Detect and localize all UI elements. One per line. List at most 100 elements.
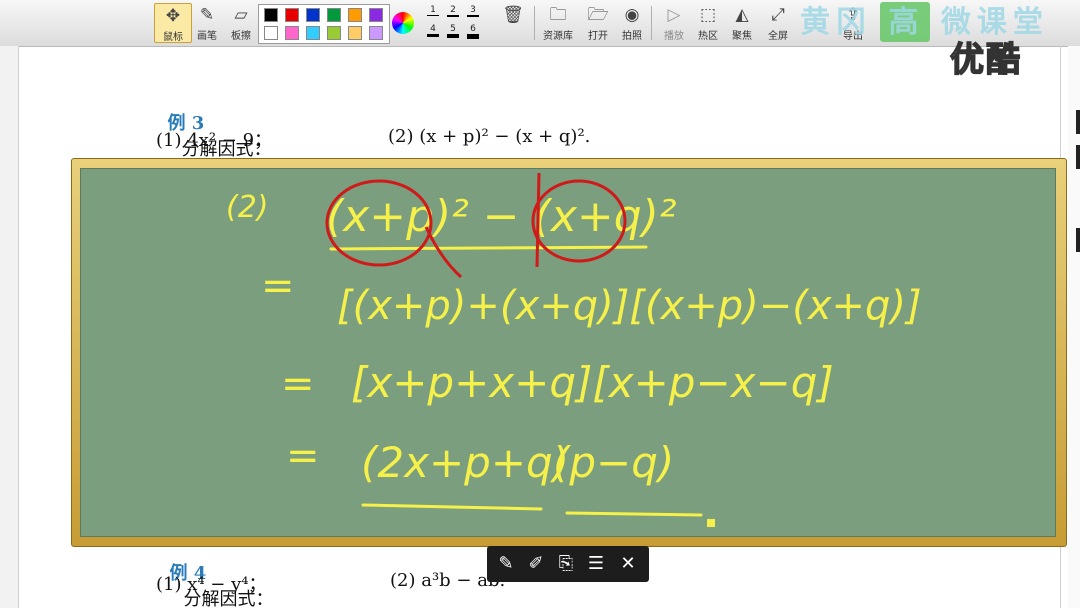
chalk-writing: (2) (x+p)² − (x+q)² = [(x+p)+(x+q)][(x+p… xyxy=(226,172,922,527)
pen-tool-button[interactable]: ✎ 画笔 xyxy=(188,3,226,43)
list-icon: ☰ xyxy=(587,553,605,574)
page-left-margin xyxy=(0,46,19,608)
new-page-icon: ⎘ xyxy=(558,553,574,574)
scroll-marker xyxy=(1076,145,1080,169)
example3-question-1: (1) 4x² − 9； xyxy=(156,130,273,151)
camera-label: 拍照 xyxy=(622,31,642,42)
spotlight-label: 聚焦 xyxy=(732,31,752,42)
width-option-label: 4 xyxy=(430,24,436,34)
eraser-icon: ▱ xyxy=(234,5,248,25)
width-option-6[interactable]: 6 xyxy=(464,24,482,39)
pen-icon: ✎ xyxy=(498,553,514,574)
board-line-1: [(x+p)+(x+q)][(x+p)−(x+q)] xyxy=(337,283,922,329)
width-option-label: 3 xyxy=(470,5,476,15)
spotlight-icon: ◭ xyxy=(735,5,749,25)
width-line xyxy=(427,34,439,37)
width-option-1[interactable]: 1 xyxy=(424,5,442,16)
toolbar-separator xyxy=(651,6,652,40)
fullscreen-button[interactable]: ⤢ 全屏 xyxy=(759,3,797,43)
eraser-icon: ✐ xyxy=(528,553,544,574)
width-option-3[interactable]: 3 xyxy=(464,5,482,17)
width-option-5[interactable]: 5 xyxy=(444,24,462,38)
list-button[interactable]: ☰ xyxy=(583,551,609,577)
hotspot-label: 热区 xyxy=(698,31,718,42)
hotspot-button[interactable]: ⬚ 热区 xyxy=(689,3,727,43)
open-file-icon: 🗁 xyxy=(587,5,609,25)
board-line-1-equals: = xyxy=(261,263,295,309)
fullscreen-icon: ⤢ xyxy=(771,5,785,25)
trash-icon: 🗑 xyxy=(502,5,524,25)
cursor-icon: ✥ xyxy=(165,6,181,26)
chalkboard[interactable]: (2) (x+p)² − (x+q)² = [(x+p)+(x+q)][(x+p… xyxy=(80,168,1056,537)
width-option-label: 6 xyxy=(470,24,476,34)
scroll-marker xyxy=(1076,110,1080,134)
underline-line-0 xyxy=(329,245,648,251)
color-palette xyxy=(258,4,390,44)
open-label: 打开 xyxy=(588,31,608,42)
chalk-cursor xyxy=(707,519,715,527)
width-option-4[interactable]: 4 xyxy=(424,24,442,37)
fullscreen-label: 全屏 xyxy=(768,31,788,42)
top-toolbar: ✥ 鼠标 ✎ 画笔 ▱ 板擦 1 2 3 4 5 6 🗑 🗀 资源库 🗁 打开 … xyxy=(0,0,1080,47)
mouse-tool-button[interactable]: ✥ 鼠标 xyxy=(154,3,192,43)
resource-library-label: 资源库 xyxy=(543,31,573,42)
hotspot-icon: ⬚ xyxy=(699,5,717,25)
board-part-label: (2) xyxy=(226,190,269,225)
youku-watermark: 优酷 xyxy=(949,39,1022,81)
play-label: 播放 xyxy=(664,31,684,42)
clear-board-button[interactable]: 🗑 xyxy=(494,3,532,43)
spotlight-button[interactable]: ◭ 聚焦 xyxy=(723,3,761,43)
pen-tool-label: 画笔 xyxy=(197,31,217,42)
pen-button[interactable]: ✎ xyxy=(493,551,519,577)
board-line-3-factor-a: (2x+p+q) xyxy=(361,438,569,487)
open-button[interactable]: 🗁 打开 xyxy=(579,3,617,43)
width-option-label: 2 xyxy=(450,5,456,15)
resource-library-button[interactable]: 🗀 资源库 xyxy=(537,3,579,43)
color-swatch-red[interactable] xyxy=(285,8,299,22)
color-swatch-cyan[interactable] xyxy=(306,26,320,40)
board-line-2: [x+p+x+q][x+p−x−q] xyxy=(351,358,834,407)
underline-factor-a xyxy=(361,503,543,511)
eraser-tool-label: 板擦 xyxy=(231,31,251,42)
pen-icon: ✎ xyxy=(199,5,215,25)
color-swatch-blue[interactable] xyxy=(306,8,320,22)
board-line-2-equals: = xyxy=(281,361,315,407)
camera-icon: ◉ xyxy=(624,5,640,25)
play-icon: ▷ xyxy=(667,5,681,25)
width-line xyxy=(447,15,459,17)
color-swatch-lavender[interactable] xyxy=(369,26,383,40)
width-option-2[interactable]: 2 xyxy=(444,5,462,17)
width-option-label: 5 xyxy=(450,24,456,34)
eraser-button[interactable]: ✐ xyxy=(523,551,549,577)
color-swatch-lime[interactable] xyxy=(327,26,341,40)
folder-open-icon: 🗀 xyxy=(549,5,567,25)
play-button[interactable]: ▷ 播放 xyxy=(655,3,693,43)
example3-question-2: (2) (x + p)² − (x + q)². xyxy=(388,126,591,147)
color-swatch-black[interactable] xyxy=(264,8,278,22)
eraser-tool-button[interactable]: ▱ 板擦 xyxy=(222,3,260,43)
color-swatch-orange[interactable] xyxy=(348,8,362,22)
width-line xyxy=(427,15,439,16)
color-swatch-purple[interactable] xyxy=(369,8,383,22)
width-line xyxy=(467,34,479,39)
color-swatch-green[interactable] xyxy=(327,8,341,22)
color-swatch-pink[interactable] xyxy=(285,26,299,40)
close-button[interactable]: ✕ xyxy=(615,551,641,577)
color-swatch-white[interactable] xyxy=(264,26,278,40)
color-swatch-peach[interactable] xyxy=(348,26,362,40)
mouse-tool-label: 鼠标 xyxy=(163,32,183,43)
circle-stroke xyxy=(535,172,541,268)
example4-question-1: (1) x⁴ − y⁴； xyxy=(156,574,267,595)
color-wheel-icon[interactable] xyxy=(392,12,414,34)
brand-watermark: 黄冈 高 微课堂 xyxy=(800,5,1049,40)
width-option-label: 1 xyxy=(430,5,436,15)
camera-button[interactable]: ◉ 拍照 xyxy=(613,3,651,43)
width-line xyxy=(447,34,459,38)
new-page-button[interactable]: ⎘ xyxy=(553,551,579,577)
board-line-3-equals: = xyxy=(286,433,320,479)
width-line xyxy=(467,15,479,17)
pen-toolbar: ✎ ✐ ⎘ ☰ ✕ xyxy=(487,546,649,582)
board-line-3-factor-b: (p−q) xyxy=(553,438,674,487)
close-icon: ✕ xyxy=(620,553,636,574)
line-width-picker: 1 2 3 4 5 6 xyxy=(420,3,486,43)
